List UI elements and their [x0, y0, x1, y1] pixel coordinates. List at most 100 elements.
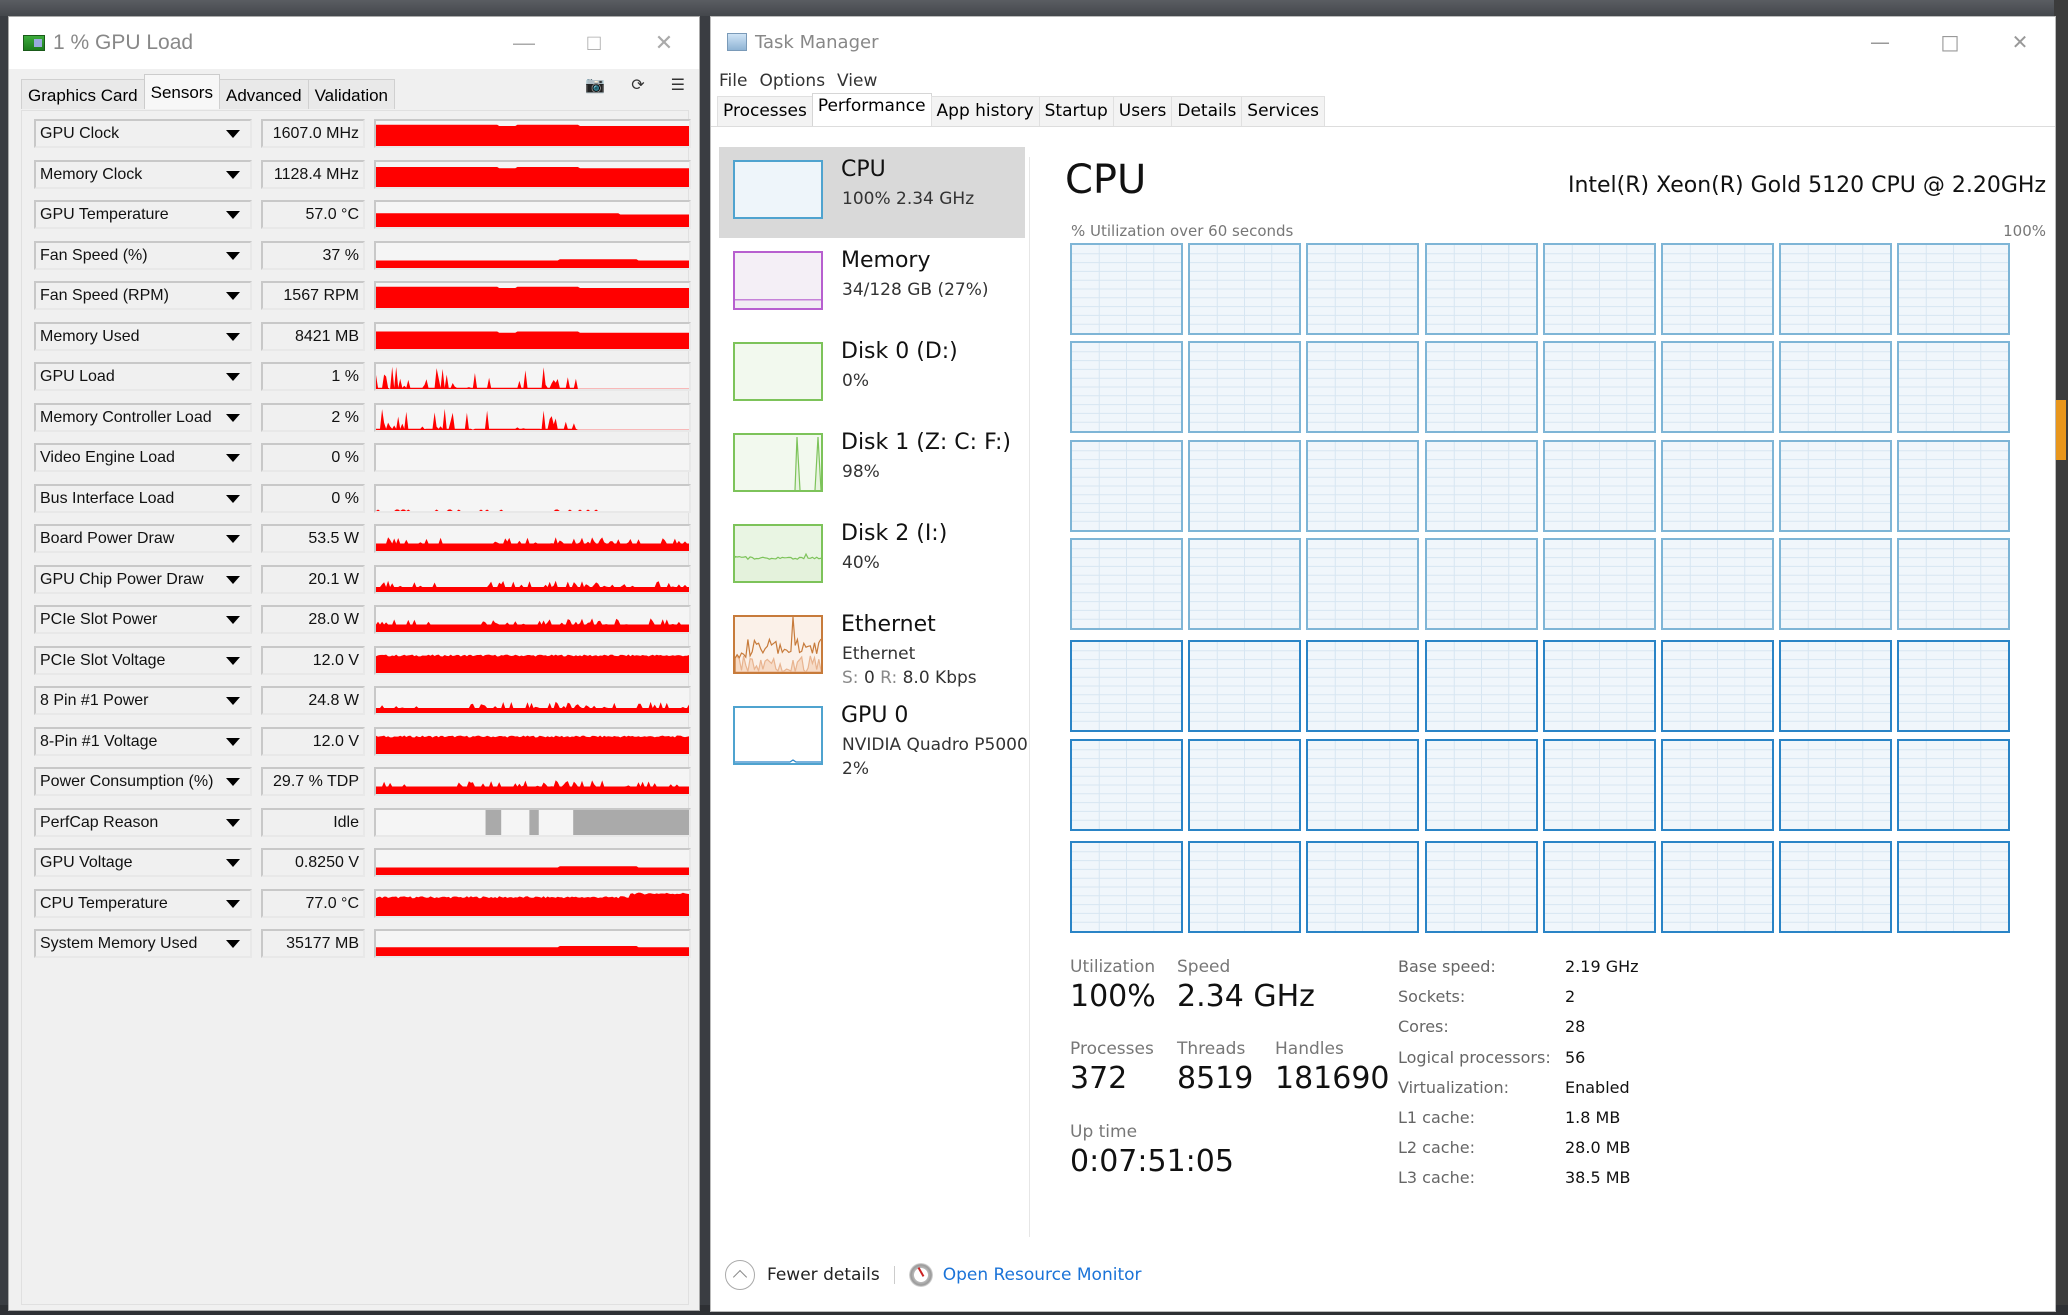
tab-details[interactable]: Details — [1171, 96, 1243, 126]
dropdown-arrow-icon[interactable] — [226, 251, 240, 260]
close-button[interactable]: ✕ — [629, 17, 699, 69]
tab-advanced[interactable]: Advanced — [218, 79, 309, 109]
sensor-select[interactable]: GPU Voltage — [34, 848, 252, 877]
minimize-button[interactable]: — — [1845, 17, 1915, 67]
detail-value: 2 — [1565, 987, 1576, 1007]
tab-performance[interactable]: Performance — [811, 93, 932, 126]
sensor-select[interactable]: Memory Used — [34, 321, 252, 351]
dropdown-arrow-icon[interactable] — [226, 292, 240, 300]
sensor-select[interactable]: Fan Speed (RPM) — [34, 281, 252, 310]
sensor-name: PCIe Slot Power — [40, 611, 158, 628]
dropdown-arrow-icon[interactable] — [226, 373, 240, 381]
dropdown-arrow-icon[interactable] — [226, 818, 240, 827]
minimize-button[interactable]: — — [489, 17, 559, 69]
dropdown-arrow-icon[interactable] — [226, 413, 240, 422]
sensor-select[interactable]: PerfCap Reason — [34, 807, 252, 837]
menu-file[interactable]: File — [719, 71, 747, 91]
maximize-button[interactable]: □ — [1915, 17, 1985, 67]
dropdown-arrow-icon[interactable] — [226, 494, 240, 503]
sensor-select[interactable]: GPU Temperature — [34, 200, 252, 229]
dropdown-arrow-icon[interactable] — [226, 899, 240, 908]
sensor-select[interactable]: Memory Clock — [34, 159, 252, 189]
dropdown-arrow-icon[interactable] — [226, 940, 240, 948]
sidebar-item-gpu-0[interactable]: GPU 0 NVIDIA Quadro P5000 2% — [719, 693, 1028, 784]
sidebar-item-cpu[interactable]: CPU 100% 2.34 GHz — [719, 147, 1025, 238]
tab-services[interactable]: Services — [1241, 96, 1325, 126]
sensor-select[interactable]: Video Engine Load — [34, 443, 252, 472]
dropdown-arrow-icon[interactable] — [226, 859, 240, 867]
sensor-select[interactable]: PCIe Slot Voltage — [34, 645, 252, 675]
sensor-select[interactable]: Board Power Draw — [34, 524, 252, 553]
tab-sensors[interactable]: Sensors — [143, 74, 220, 109]
gpuz-tabbar: Graphics Card Sensors Advanced Validatio… — [9, 69, 699, 109]
menu-view[interactable]: View — [837, 71, 877, 91]
dropdown-arrow-icon[interactable] — [226, 697, 240, 705]
sensor-select[interactable]: Power Consumption (%) — [34, 767, 252, 796]
sensor-select[interactable]: Bus Interface Load — [34, 483, 252, 513]
gpuz-titlebar[interactable]: 1 % GPU Load — □ ✕ — [9, 17, 699, 69]
dropdown-arrow-icon[interactable] — [226, 616, 240, 624]
sensor-select[interactable]: Memory Controller Load — [34, 402, 252, 432]
logical-processor-graph — [1779, 243, 1893, 335]
refresh-icon[interactable]: ⟳ — [631, 75, 644, 95]
speed-label: Speed — [1177, 957, 1231, 977]
logical-processor-graph — [1897, 439, 2011, 532]
sidebar-item-disk-0[interactable]: Disk 0 (D:) 0% — [719, 329, 1025, 420]
sidebar-item-disk-1[interactable]: Disk 1 (Z: C: F:) 98% — [719, 420, 1025, 511]
close-button[interactable]: ✕ — [1985, 17, 2055, 67]
chevron-up-icon[interactable] — [725, 1260, 755, 1290]
sensor-name: GPU Temperature — [40, 206, 169, 223]
tm-titlebar[interactable]: Task Manager — □ ✕ — [711, 17, 2055, 67]
sidebar-item-disk-2[interactable]: Disk 2 (I:) 40% — [719, 511, 1025, 602]
sensor-select[interactable]: CPU Temperature — [34, 888, 252, 918]
resource-monitor-icon[interactable] — [908, 1263, 933, 1287]
sidebar-item-label: Disk 1 (Z: C: F:) — [841, 430, 1012, 455]
open-resource-monitor-link[interactable]: Open Resource Monitor — [943, 1265, 1142, 1285]
logical-processor-graph — [1779, 537, 1893, 630]
dropdown-arrow-icon[interactable] — [226, 130, 240, 138]
logical-processor-graph — [1424, 341, 1538, 434]
sensor-select[interactable]: Fan Speed (%) — [34, 240, 252, 270]
sensor-select[interactable]: GPU Clock — [34, 119, 252, 148]
sensor-graph — [374, 200, 691, 229]
menu-icon[interactable]: ☰ — [671, 75, 685, 95]
sidebar-item-memory[interactable]: Memory 34/128 GB (27%) — [719, 238, 1025, 329]
tab-validation[interactable]: Validation — [307, 79, 396, 109]
sensor-row: Fan Speed (%) 37 % — [34, 240, 691, 270]
sensor-select[interactable]: GPU Chip Power Draw — [34, 564, 252, 594]
dropdown-arrow-icon[interactable] — [226, 778, 240, 786]
sensor-select[interactable]: GPU Load — [34, 362, 252, 391]
dropdown-arrow-icon[interactable] — [226, 211, 240, 219]
tab-users[interactable]: Users — [1112, 96, 1173, 126]
fewer-details-button[interactable]: Fewer details — [767, 1265, 880, 1285]
sensor-select[interactable]: 8-Pin #1 Voltage — [34, 726, 252, 756]
sensor-select[interactable]: System Memory Used — [34, 929, 252, 958]
logical-processor-graphs[interactable] — [1070, 243, 2016, 933]
tab-processes[interactable]: Processes — [717, 96, 813, 126]
tab-graphics-card[interactable]: Graphics Card — [21, 79, 145, 109]
dropdown-arrow-icon[interactable] — [226, 656, 240, 665]
dropdown-arrow-icon[interactable] — [226, 454, 240, 462]
sensor-row: Memory Clock 1128.4 MHz — [34, 159, 691, 189]
cpu-thumbnail-graph — [733, 160, 823, 219]
sensor-select[interactable]: PCIe Slot Power — [34, 605, 252, 634]
sensor-value: 35177 MB — [261, 929, 365, 958]
camera-icon[interactable]: 📷 — [585, 75, 605, 95]
sensor-graph — [374, 362, 691, 391]
dropdown-arrow-icon[interactable] — [226, 332, 240, 341]
sensor-row: PerfCap Reason Idle — [34, 807, 691, 837]
sidebar-item-ethernet[interactable]: Ethernet Ethernet S: 0 R: 8.0 Kbps — [719, 602, 1025, 693]
sensor-graph-area — [376, 166, 689, 187]
dropdown-arrow-icon[interactable] — [226, 575, 240, 584]
sensor-graph — [374, 483, 691, 513]
tab-app-history[interactable]: App history — [930, 96, 1040, 126]
sensor-select[interactable]: 8 Pin #1 Power — [34, 686, 252, 715]
dropdown-arrow-icon[interactable] — [226, 170, 240, 179]
dropdown-arrow-icon[interactable] — [226, 737, 240, 746]
detail-value: Enabled — [1565, 1077, 1630, 1097]
dropdown-arrow-icon[interactable] — [226, 535, 240, 543]
tab-startup[interactable]: Startup — [1038, 96, 1114, 126]
graph-label: % Utilization over 60 seconds — [1071, 222, 1294, 240]
menu-options[interactable]: Options — [759, 71, 825, 91]
maximize-button[interactable]: □ — [559, 17, 629, 69]
